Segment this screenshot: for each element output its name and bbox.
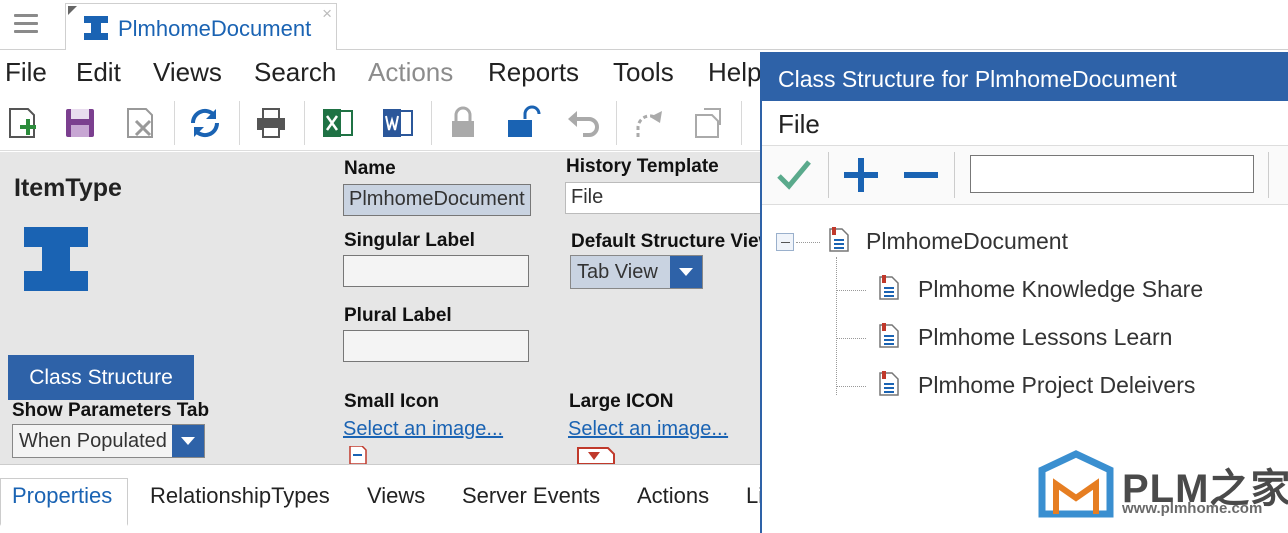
large-icon-select-link[interactable]: Select an image... <box>568 418 728 441</box>
discard-icon[interactable] <box>124 105 160 141</box>
default-structure-view-value: Tab View <box>577 261 658 283</box>
tree-child-label[interactable]: Plmhome Knowledge Share <box>918 276 1203 303</box>
history-template-label: History Template <box>566 156 719 177</box>
tree-connector <box>836 257 837 395</box>
dialog-title: Class Structure for PlmhomeDocument <box>762 52 1288 101</box>
tree-child-label[interactable]: Plmhome Lessons Learn <box>918 324 1172 351</box>
dropdown-arrow-icon[interactable] <box>172 425 204 457</box>
show-parameters-tab-select[interactable]: When Populated <box>12 424 205 458</box>
close-tab-icon[interactable]: × <box>322 4 332 24</box>
plmhome-logo-icon <box>1038 450 1114 518</box>
document-class-icon <box>879 371 899 396</box>
default-structure-view-label: Default Structure View <box>571 231 761 252</box>
show-parameters-tab-value: When Populated <box>19 430 167 452</box>
large-icon-preview-icon <box>577 447 615 464</box>
redo-icon[interactable] <box>630 105 666 141</box>
print-icon[interactable] <box>253 105 289 141</box>
document-class-icon <box>879 323 899 348</box>
dialog-menu-file[interactable]: File <box>778 109 820 140</box>
toolbar-separator <box>1268 152 1269 198</box>
export-excel-icon[interactable] <box>320 105 356 141</box>
name-field[interactable]: PlmhomeDocument <box>343 184 531 216</box>
plmhome-watermark: PLM之家 www.plmhome.com <box>1034 448 1288 533</box>
menu-search[interactable]: Search <box>254 57 336 88</box>
tab-server-events[interactable]: Server Events <box>462 483 600 509</box>
class-name-input[interactable] <box>970 155 1254 193</box>
small-icon-select-link[interactable]: Select an image... <box>343 418 503 441</box>
history-template-field[interactable]: File <box>565 182 765 214</box>
collapse-icon[interactable] <box>776 233 794 251</box>
toolbar-separator <box>616 101 617 145</box>
tree-connector <box>836 386 866 387</box>
menu-reports[interactable]: Reports <box>488 57 579 88</box>
singular-label-label: Singular Label <box>344 230 475 251</box>
tree-connector <box>836 338 866 339</box>
tab-relationship-types[interactable]: RelationshipTypes <box>150 483 330 509</box>
show-parameters-tab-label: Show Parameters Tab <box>12 400 210 421</box>
toolbar-separator <box>431 101 432 145</box>
remove-icon[interactable] <box>904 158 938 192</box>
new-version-icon[interactable] <box>690 105 726 141</box>
large-icon-label: Large ICON <box>569 391 674 412</box>
document-tab[interactable]: PlmhomeDocument × <box>65 3 337 50</box>
tree-connector <box>836 290 866 291</box>
itemtype-large-icon <box>24 227 88 291</box>
menu-edit[interactable]: Edit <box>76 57 121 88</box>
unlock-icon[interactable] <box>505 105 541 141</box>
export-word-icon[interactable] <box>380 105 416 141</box>
menu-tools[interactable]: Tools <box>613 57 674 88</box>
undo-icon[interactable] <box>565 105 601 141</box>
small-icon-preview-icon <box>349 446 367 464</box>
dropdown-arrow-icon[interactable] <box>670 256 702 288</box>
menu-views[interactable]: Views <box>153 57 222 88</box>
singular-label-field[interactable] <box>343 255 529 287</box>
toolbar-separator <box>174 101 175 145</box>
toolbar-separator <box>741 101 742 145</box>
menu-help[interactable]: Help <box>708 57 761 88</box>
tab-properties[interactable]: Properties <box>12 483 112 509</box>
itemtype-form: ItemType Name PlmhomeDocument History Te… <box>0 152 765 464</box>
document-class-icon <box>829 227 849 252</box>
relationship-tab-bar: Properties RelationshipTypes Views Serve… <box>0 464 763 533</box>
toolbar-separator <box>954 152 955 198</box>
main-menu-bar: File Edit Views Search Actions Reports T… <box>0 51 761 95</box>
tree-child-label[interactable]: Plmhome Project Deleivers <box>918 372 1195 399</box>
class-structure-button[interactable]: Class Structure <box>8 355 194 400</box>
lock-icon[interactable] <box>445 105 481 141</box>
document-tab-label: PlmhomeDocument <box>118 16 312 41</box>
menu-actions[interactable]: Actions <box>368 57 453 88</box>
small-icon-label: Small Icon <box>344 391 440 412</box>
tree-connector <box>796 242 820 243</box>
plural-label-label: Plural Label <box>344 305 452 326</box>
tab-actions[interactable]: Actions <box>637 483 709 509</box>
document-tab-strip: PlmhomeDocument × <box>0 0 1288 50</box>
plural-label-field[interactable] <box>343 330 529 362</box>
tree-root-label[interactable]: PlmhomeDocument <box>866 228 1068 255</box>
dialog-toolbar <box>762 145 1288 205</box>
watermark-url: www.plmhome.com <box>1122 500 1263 517</box>
default-structure-view-select[interactable]: Tab View <box>570 255 703 289</box>
tab-views[interactable]: Views <box>367 483 425 509</box>
save-icon[interactable] <box>62 105 98 141</box>
toolbar-separator <box>239 101 240 145</box>
tab-pin-corner <box>68 6 77 15</box>
toolbar-separator <box>304 101 305 145</box>
checkmark-icon[interactable] <box>776 158 812 192</box>
name-label: Name <box>344 158 396 179</box>
itemtype-title: ItemType <box>14 174 122 202</box>
new-item-icon[interactable] <box>6 105 42 141</box>
add-icon[interactable] <box>844 158 878 192</box>
toolbar-separator <box>828 152 829 198</box>
dialog-menu-bar: File <box>762 101 1288 145</box>
document-class-icon <box>879 275 899 300</box>
menu-file[interactable]: File <box>5 57 47 88</box>
hamburger-menu-icon[interactable] <box>14 14 38 36</box>
itemtype-icon <box>84 16 108 40</box>
main-toolbar <box>0 95 760 151</box>
refresh-icon[interactable] <box>187 105 223 141</box>
